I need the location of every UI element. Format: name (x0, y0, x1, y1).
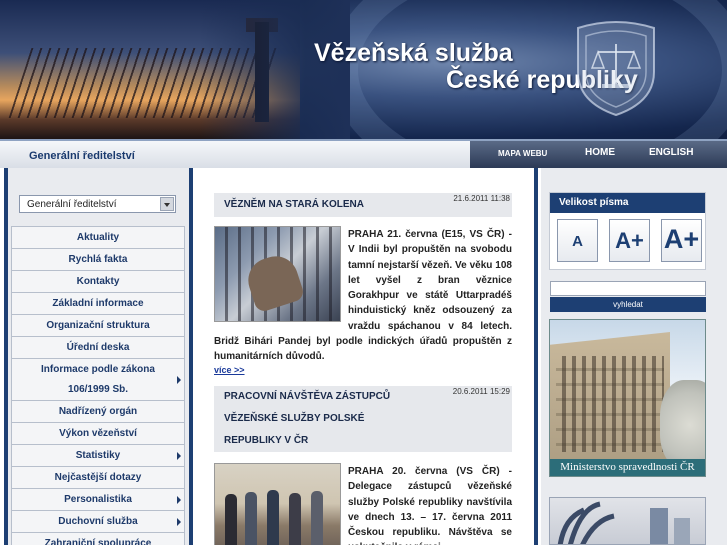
read-more-link[interactable]: více >> (214, 365, 245, 375)
sidebar-item-vykon-vezenstvi[interactable]: Výkon vězeňství (11, 422, 185, 444)
sidebar-item-aktuality[interactable]: Aktuality (11, 226, 185, 248)
department-select-value: Generální ředitelství (27, 199, 117, 210)
font-size-small-button[interactable]: A (557, 219, 598, 262)
top-navbar: Generální ředitelství MAPA WEBU HOME ENG… (0, 139, 727, 168)
ministry-of-justice-banner[interactable]: Ministerstvo spravedlnosti ČR (549, 319, 706, 477)
department-select[interactable]: Generální ředitelství (19, 195, 176, 213)
partner-banner[interactable] (549, 497, 706, 545)
home-link[interactable]: HOME (585, 147, 615, 158)
sidebar-item-informace-106[interactable]: Informace podle zákona 106/1999 Sb. (11, 358, 185, 400)
search-button[interactable]: vyhledat (550, 297, 706, 312)
submenu-arrow-icon (177, 451, 181, 460)
article-header: PRACOVNÍ NÁVŠTĚVA ZÁSTUPCŮ VĚZEŇSKÉ SLUŽ… (214, 386, 512, 452)
english-link[interactable]: ENGLISH (649, 147, 693, 158)
sidebar-item-zakladni-informace[interactable]: Základní informace (11, 292, 185, 314)
sidebar-item-personalistika[interactable]: Personalistika (11, 488, 185, 510)
article-title[interactable]: VĚZNĚM NA STARÁ KOLENA (224, 194, 364, 216)
sidebar-item-uredni-deska[interactable]: Úřední deska (11, 336, 185, 358)
font-size-medium-button[interactable]: A+ (609, 219, 650, 262)
page: Vězeňská služba České republiky Generáln… (0, 0, 727, 545)
frame-divider (534, 168, 538, 545)
prison-service-emblem-icon (577, 21, 655, 117)
article-title-line1[interactable]: PRACOVNÍ NÁVŠTĚVA ZÁSTUPCŮ (224, 386, 390, 408)
ministry-label: Ministerstvo spravedlnosti ČR (550, 459, 705, 476)
font-size-widget: Velikost písma A A+ A+ (549, 192, 706, 270)
sidebar-item-kontakty[interactable]: Kontakty (11, 270, 185, 292)
article-title-line3[interactable]: REPUBLIKY V ČR (224, 430, 308, 452)
frame-divider (4, 168, 8, 545)
sidebar-item-rychla-fakta[interactable]: Rychlá fakta (11, 248, 185, 270)
font-size-title: Velikost písma (550, 193, 705, 213)
article-date: 21.6.2011 11:38 (453, 194, 510, 203)
submenu-arrow-icon (177, 375, 181, 384)
sidebar-item-statistiky[interactable]: Statistiky (11, 444, 185, 466)
article-title-line2[interactable]: VĚZEŇSKÉ SLUŽBY POLSKÉ (224, 408, 364, 430)
article-header: VĚZNĚM NA STARÁ KOLENA 21.6.2011 11:38 (214, 193, 512, 217)
article-date: 20.6.2011 15:29 (452, 387, 510, 396)
sidebar-menu: Aktuality Rychlá fakta Kontakty Základní… (11, 226, 185, 545)
sidebar-item-organizacni-struktura[interactable]: Organizační struktura (11, 314, 185, 336)
article-text: PRAHA 20. června (VS ČR) - Delegace zást… (348, 466, 512, 545)
submenu-arrow-icon (177, 495, 181, 504)
header-banner: Vězeňská služba České republiky (0, 0, 727, 139)
search-input[interactable] (550, 281, 706, 296)
submenu-arrow-icon (177, 517, 181, 526)
sidebar-item-duchovni-sluzba[interactable]: Duchovní služba (11, 510, 185, 532)
chevron-down-icon[interactable] (160, 197, 174, 211)
site-map-link[interactable]: MAPA WEBU (498, 149, 547, 158)
sidebar-item-nejcastejsi-dotazy[interactable]: Nejčastější dotazy (11, 466, 185, 488)
sidebar-item-nadrizeny-organ[interactable]: Nadřízený orgán (11, 400, 185, 422)
section-title: Generální ředitelství (29, 150, 135, 162)
article-text: PRAHA 21. června (E15, VS ČR) - V Indii … (214, 229, 512, 363)
sidebar-item-zahranicni-spoluprace[interactable]: Zahraniční spolupráce (11, 532, 185, 545)
partner-logo-icon (557, 501, 690, 544)
font-size-large-button[interactable]: A+ (661, 219, 702, 262)
